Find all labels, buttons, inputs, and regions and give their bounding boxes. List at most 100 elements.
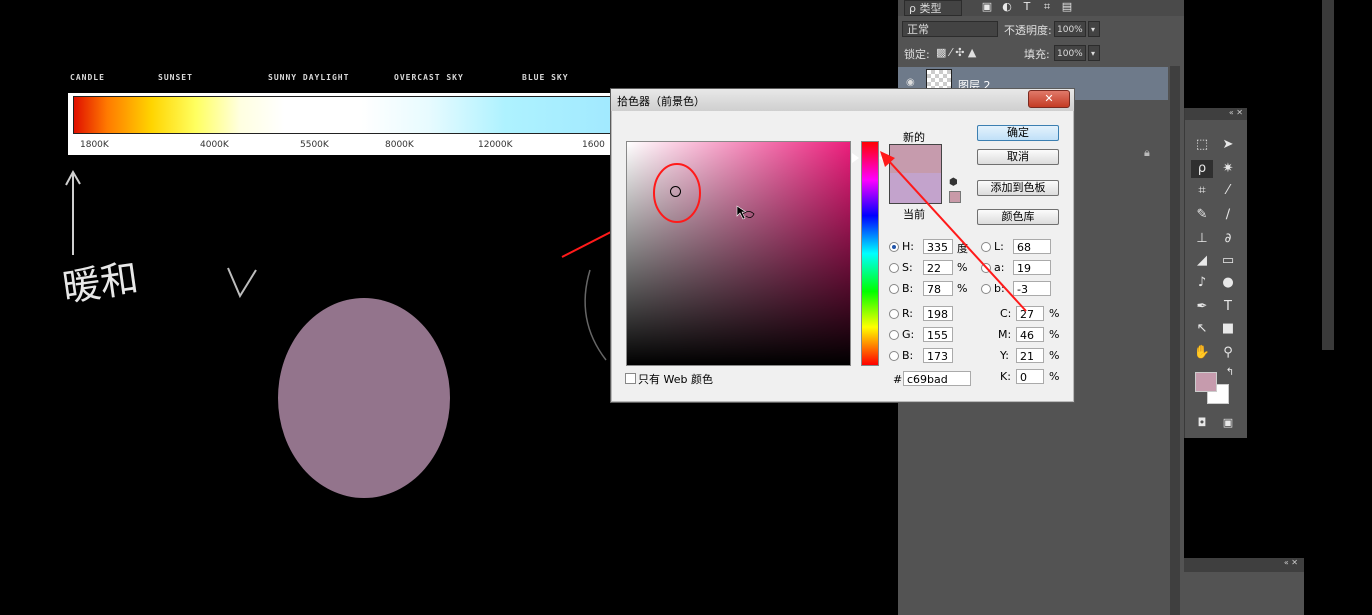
brush-tool-icon[interactable]: ∕ — [1217, 206, 1239, 224]
marquee-tool-icon[interactable]: ⬚ — [1191, 136, 1213, 154]
color-picker-marker[interactable] — [670, 186, 681, 197]
panel-header[interactable]: « ✕ — [1184, 558, 1304, 572]
history-brush-icon[interactable]: ∂ — [1217, 230, 1239, 248]
adjustment-filter-icon[interactable]: ◐ — [996, 0, 1018, 16]
blue-input[interactable]: 173 — [923, 348, 953, 363]
smart-object-filter-icon[interactable]: ▤ — [1056, 0, 1078, 16]
chevron-down-icon[interactable]: ▾ — [1088, 21, 1100, 37]
saturation-unit: % — [957, 261, 968, 274]
lock-label: 锁定: — [904, 48, 930, 61]
healing-brush-icon[interactable]: ✎ — [1191, 206, 1213, 224]
scrollbar[interactable] — [1322, 0, 1334, 350]
saturation-brightness-field[interactable] — [626, 141, 851, 366]
lock-icons[interactable]: ▩ ⁄ ✣ ▲ — [936, 46, 976, 59]
lightness-radio[interactable] — [981, 242, 991, 252]
current-color-swatch[interactable] — [889, 173, 942, 204]
add-to-swatches-button[interactable]: 添加到色板 — [977, 180, 1059, 196]
handwriting-text: 暖和 — [59, 255, 142, 311]
web-safe-swatch[interactable] — [949, 191, 961, 203]
rectangle-tool-icon[interactable]: ■ — [1217, 320, 1239, 338]
cancel-button[interactable]: 取消 — [977, 149, 1059, 165]
black-input[interactable]: 0 — [1016, 369, 1044, 384]
move-tool-icon[interactable]: ➤ — [1217, 136, 1239, 154]
brightness-input[interactable]: 78 — [923, 281, 953, 296]
a-channel-radio[interactable] — [981, 263, 991, 273]
opacity-field[interactable]: 100% — [1054, 21, 1086, 37]
fill-field[interactable]: 100% — [1054, 45, 1086, 61]
zoom-tool-icon[interactable]: ⚲ — [1217, 344, 1239, 362]
green-label: G: — [902, 328, 915, 341]
new-color-label: 新的 — [903, 131, 925, 144]
brightness-radio[interactable] — [889, 284, 899, 294]
lock-icon: 🔒︎ — [1144, 146, 1150, 159]
saturation-radio[interactable] — [889, 263, 899, 273]
quick-mask-icon[interactable]: ◘ — [1191, 414, 1213, 432]
path-select-icon[interactable]: ↖ — [1191, 320, 1213, 338]
hue-radio[interactable] — [889, 242, 899, 252]
yellow-input[interactable]: 21 — [1016, 348, 1044, 363]
cube-icon[interactable]: ⬢ — [949, 177, 958, 188]
blue-label: B: — [902, 349, 914, 362]
magenta-input[interactable]: 46 — [1016, 327, 1044, 342]
shape-filter-icon[interactable]: ⌗ — [1036, 0, 1058, 16]
close-button[interactable]: ✕ — [1028, 90, 1070, 108]
lightness-input[interactable]: 68 — [1013, 239, 1051, 254]
swap-colors-icon[interactable]: ↰ — [1219, 364, 1241, 382]
yellow-label: Y: — [1000, 349, 1009, 362]
crop-tool-icon[interactable]: ⌗ — [1191, 182, 1213, 200]
lasso-tool-icon[interactable]: ρ — [1191, 160, 1213, 178]
blend-mode-dropdown[interactable]: 正常 — [902, 21, 998, 37]
foreground-color-swatch[interactable] — [1195, 372, 1217, 392]
new-color-swatch — [889, 144, 942, 173]
eyedropper-icon[interactable]: ⁄ — [1217, 182, 1239, 200]
red-input[interactable]: 198 — [923, 306, 953, 321]
hue-slider-left-arrow[interactable] — [852, 153, 859, 163]
layers-scrollbar[interactable] — [1170, 66, 1180, 615]
cyan-unit: % — [1049, 307, 1060, 320]
dodge-tool-icon[interactable]: ● — [1217, 274, 1239, 292]
black-unit: % — [1049, 370, 1060, 383]
color-libraries-button[interactable]: 颜色库 — [977, 209, 1059, 225]
hue-label: H: — [902, 240, 914, 253]
filter-kind-dropdown[interactable]: ρ 类型 — [904, 0, 962, 16]
green-input[interactable]: 155 — [923, 327, 953, 342]
red-radio[interactable] — [889, 309, 899, 319]
b-channel-label: b: — [994, 282, 1005, 295]
screen-mode-icon[interactable]: ▣ — [1217, 414, 1239, 432]
a-channel-label: a: — [994, 261, 1005, 274]
image-filter-icon[interactable]: ▣ — [976, 0, 998, 16]
hue-slider[interactable] — [861, 141, 879, 366]
hex-input[interactable]: c69bad — [903, 371, 971, 386]
eye-icon[interactable]: ◉ — [906, 77, 915, 88]
blur-tool-icon[interactable]: ♪ — [1191, 274, 1213, 292]
green-radio[interactable] — [889, 330, 899, 340]
dialog-titlebar[interactable]: 拾色器（前景色） ✕ — [611, 89, 1074, 111]
eraser-icon[interactable]: ◢ — [1191, 252, 1213, 270]
magenta-unit: % — [1049, 328, 1060, 341]
chevron-down-icon[interactable]: ▾ — [1088, 45, 1100, 61]
saturation-input[interactable]: 22 — [923, 260, 953, 275]
b-channel-input[interactable]: -3 — [1013, 281, 1051, 296]
up-arrow-sketch — [65, 169, 81, 255]
hue-unit: 度 — [957, 242, 968, 255]
a-channel-input[interactable]: 19 — [1013, 260, 1051, 275]
collapsed-panel: « ✕ — [1184, 558, 1304, 615]
lightness-label: L: — [994, 240, 1004, 253]
red-label: R: — [902, 307, 914, 320]
type-tool-icon[interactable]: T — [1217, 298, 1239, 316]
b-channel-radio[interactable] — [981, 284, 991, 294]
web-only-checkbox[interactable] — [625, 373, 636, 384]
stamp-tool-icon[interactable]: ⊥ — [1191, 230, 1213, 248]
ok-button[interactable]: 确定 — [977, 125, 1059, 141]
pen-tool-icon[interactable]: ✒ — [1191, 298, 1213, 316]
hand-tool-icon[interactable]: ✋ — [1191, 344, 1213, 362]
blue-radio[interactable] — [889, 351, 899, 361]
gradient-tool-icon[interactable]: ▭ — [1217, 252, 1239, 270]
yellow-unit: % — [1049, 349, 1060, 362]
tools-header[interactable]: « ✕ — [1185, 108, 1247, 120]
hue-input[interactable]: 335 — [923, 239, 953, 254]
type-filter-icon[interactable]: T — [1016, 0, 1038, 16]
hue-slider-right-arrow[interactable] — [879, 153, 886, 163]
magic-wand-icon[interactable]: ✷ — [1217, 160, 1239, 178]
cyan-input[interactable]: 27 — [1016, 306, 1044, 321]
